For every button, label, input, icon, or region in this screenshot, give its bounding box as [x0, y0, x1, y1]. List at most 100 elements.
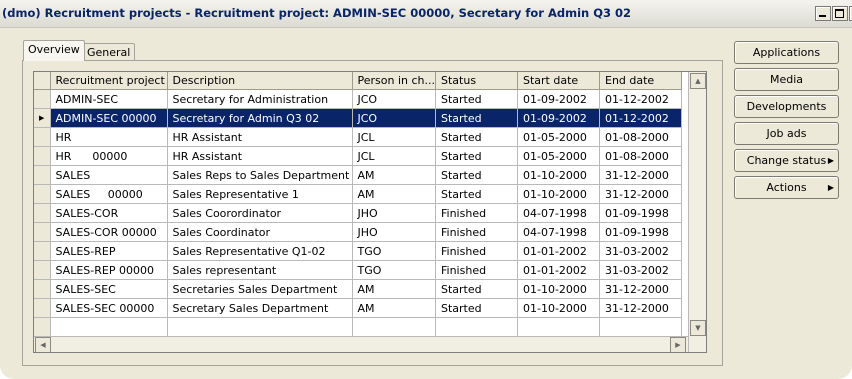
cell-end-date[interactable]: 31-12-2000 — [599, 165, 682, 185]
scroll-up-icon[interactable]: ▲ — [690, 73, 706, 89]
cell-person[interactable]: JCL — [352, 127, 436, 147]
table-row[interactable]: ADMIN-SEC Secretary for Administration JCO… — [34, 89, 682, 109]
cell-project[interactable]: SALES-SEC — [50, 279, 168, 299]
cell-status[interactable]: Started — [435, 89, 518, 109]
cell-end-date[interactable]: 31-12-2000 — [599, 184, 682, 204]
table-row[interactable]: SALES Sales Reps to Sales Department AM Sta… — [34, 165, 682, 185]
tab-overview[interactable]: Overview — [23, 40, 85, 61]
cell-project[interactable]: HR 00000 — [50, 146, 168, 166]
cell-end-date[interactable]: 01-09-1998 — [599, 203, 682, 223]
cell-project[interactable]: SALES — [50, 165, 168, 185]
cell-person[interactable]: TGO — [352, 241, 436, 261]
row-indicator[interactable] — [34, 203, 51, 223]
row-pointer-icon[interactable]: ▶ — [34, 108, 51, 128]
cell-status[interactable]: Started — [435, 184, 518, 204]
cell-end-date[interactable]: 31-12-2000 — [599, 298, 682, 318]
cell-person[interactable]: JCO — [352, 89, 436, 109]
cell-person[interactable]: JCL — [352, 146, 436, 166]
media-button[interactable]: Media — [734, 68, 839, 91]
table-row[interactable]: ▶ ADMIN-SEC 00000 Secretary for Admin Q3 0… — [34, 108, 682, 128]
row-indicator[interactable] — [34, 146, 51, 166]
column-header-project[interactable]: Recruitment project — [50, 72, 168, 90]
cell-project[interactable]: SALES-COR — [50, 203, 168, 223]
cell-status[interactable]: Started — [435, 127, 518, 147]
cell-start-date[interactable]: 04-07-1998 — [517, 222, 600, 242]
cell-person[interactable]: TGO — [352, 260, 436, 280]
cell-project[interactable]: ADMIN-SEC 00000 — [50, 108, 168, 128]
scroll-down-icon[interactable]: ▼ — [690, 320, 706, 336]
cell-project[interactable]: SALES-COR 00000 — [50, 222, 168, 242]
cell-project[interactable]: SALES-SEC 00000 — [50, 298, 168, 318]
cell-person[interactable]: JHO — [352, 222, 436, 242]
cell-start-date[interactable]: 01-09-2002 — [517, 89, 600, 109]
cell-end-date[interactable]: 31-03-2002 — [599, 241, 682, 261]
cell-start-date[interactable]: 01-01-2002 — [517, 260, 600, 280]
developments-button[interactable]: Developments — [734, 95, 839, 118]
cell-description[interactable]: Sales Coorordinator — [167, 203, 353, 223]
cell-status[interactable]: Started — [435, 146, 518, 166]
cell-status[interactable]: Started — [435, 165, 518, 185]
job-ads-button[interactable]: Job ads — [734, 122, 839, 145]
cell-start-date[interactable]: 01-09-2002 — [517, 108, 600, 128]
table-row[interactable]: SALES 00000 Sales Representative 1 AM Start… — [34, 184, 682, 204]
cell-project[interactable]: ADMIN-SEC — [50, 89, 168, 109]
scroll-left-icon[interactable]: ◀ — [35, 337, 51, 352]
cell-start-date[interactable]: 01-10-2000 — [517, 298, 600, 318]
applications-button[interactable]: Applications — [734, 41, 839, 64]
cell-end-date[interactable]: 01-08-2000 — [599, 127, 682, 147]
cell-description[interactable]: HR Assistant — [167, 127, 353, 147]
cell-status[interactable]: Finished — [435, 203, 518, 223]
cell-project[interactable]: HR — [50, 127, 168, 147]
cell-start-date[interactable]: 01-10-2000 — [517, 184, 600, 204]
cell-status[interactable]: Finished — [435, 260, 518, 280]
cell-description[interactable]: Sales Representative Q1-02 — [167, 241, 353, 261]
cell-person[interactable]: AM — [352, 184, 436, 204]
column-header-person[interactable]: Person in ch... — [352, 72, 436, 90]
cell-start-date[interactable]: 01-05-2000 — [517, 127, 600, 147]
row-indicator[interactable] — [34, 279, 51, 299]
table-row[interactable]: HR HR Assistant JCL Started 01-05-2000 01-08-… — [34, 127, 682, 147]
cell-end-date[interactable]: 31-03-2002 — [599, 260, 682, 280]
cell-description[interactable]: Sales Reps to Sales Department — [167, 165, 353, 185]
table-row[interactable]: SALES-SEC Secretaries Sales Department AM S… — [34, 279, 682, 299]
table-row[interactable]: SALES-REP 00000 Sales representant TGO Fini… — [34, 260, 682, 280]
cell-description[interactable]: Secretary for Administration — [167, 89, 353, 109]
row-indicator[interactable] — [34, 89, 51, 109]
row-indicator[interactable] — [34, 241, 51, 261]
row-indicator[interactable] — [34, 165, 51, 185]
cell-start-date[interactable]: 01-10-2000 — [517, 279, 600, 299]
table-row[interactable]: SALES-REP Sales Representative Q1-02 TGO Fi… — [34, 241, 682, 261]
cell-person[interactable]: JHO — [352, 203, 436, 223]
cell-end-date[interactable]: 01-09-1998 — [599, 222, 682, 242]
column-header-end-date[interactable]: End date — [599, 72, 682, 90]
cell-start-date[interactable]: 01-01-2002 — [517, 241, 600, 261]
cell-description[interactable]: Sales Representative 1 — [167, 184, 353, 204]
cell-status[interactable]: Finished — [435, 222, 518, 242]
row-indicator[interactable] — [34, 260, 51, 280]
row-indicator[interactable] — [34, 127, 51, 147]
vertical-scrollbar[interactable]: ▲ ▼ — [688, 72, 706, 352]
cell-status[interactable]: Finished — [435, 241, 518, 261]
cell-start-date[interactable]: 04-07-1998 — [517, 203, 600, 223]
cell-description[interactable]: Secretary for Admin Q3 02 — [167, 108, 353, 128]
row-indicator[interactable] — [34, 222, 51, 242]
row-indicator[interactable] — [34, 298, 51, 318]
row-indicator[interactable] — [34, 184, 51, 204]
cell-description[interactable]: Sales representant — [167, 260, 353, 280]
column-header-start-date[interactable]: Start date — [517, 72, 600, 90]
table-row[interactable]: SALES-COR Sales Coorordinator JHO Finished 0… — [34, 203, 682, 223]
cell-status[interactable]: Started — [435, 298, 518, 318]
cell-person[interactable]: AM — [352, 165, 436, 185]
column-header-status[interactable]: Status — [435, 72, 518, 90]
cell-end-date[interactable]: 01-08-2000 — [599, 146, 682, 166]
horizontal-scrollbar[interactable]: ◀ ▶ — [34, 336, 688, 352]
cell-person[interactable]: AM — [352, 279, 436, 299]
cell-project[interactable]: SALES 00000 — [50, 184, 168, 204]
cell-description[interactable]: Secretary Sales Department — [167, 298, 353, 318]
column-header-description[interactable]: Description — [167, 72, 353, 90]
minimize-icon[interactable] — [815, 6, 831, 21]
table-row[interactable]: HR 00000 HR Assistant JCL Started 01-05-2000… — [34, 146, 682, 166]
cell-status[interactable]: Started — [435, 108, 518, 128]
cell-description[interactable]: HR Assistant — [167, 146, 353, 166]
cell-end-date[interactable]: 01-12-2002 — [599, 89, 682, 109]
